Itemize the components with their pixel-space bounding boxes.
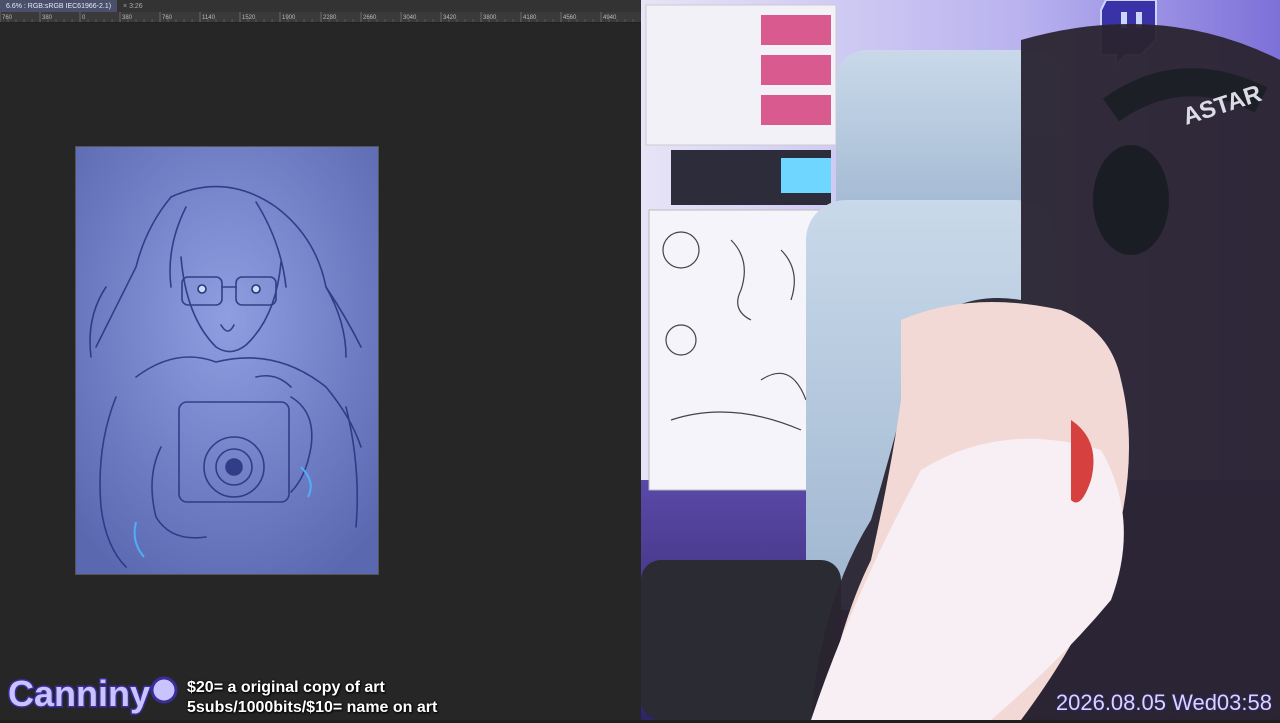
donation-info: $20= a original copy of art 5subs/1000bi…	[187, 678, 437, 718]
ruler-label: 4180	[523, 15, 537, 21]
ruler-label: 4940	[603, 15, 617, 21]
ruler-label: 2660	[363, 15, 377, 21]
document-tab-bar: 6.6% : RGB:sRGB IEC61966-2.1) × 3:26	[0, 0, 641, 12]
donation-line-2: 5subs/1000bits/$10= name on art	[187, 699, 438, 716]
ruler-label: 380	[122, 15, 133, 21]
document-tab-active[interactable]: 6.6% : RGB:sRGB IEC61966-2.1)	[0, 0, 118, 12]
ruler-label: 3800	[483, 15, 497, 21]
drawing-app-panel: 6.6% : RGB:sRGB IEC61966-2.1) × 3:26 760…	[0, 0, 641, 720]
ruler-label: 0	[82, 15, 86, 21]
donation-line-1: $20= a original copy of art	[187, 679, 385, 696]
ruler-label: 1140	[202, 15, 216, 21]
logo-text: Canniny	[8, 673, 150, 714]
ruler-label: 2280	[323, 15, 337, 21]
sketch-artwork	[76, 147, 378, 574]
ruler-label: 760	[162, 15, 173, 21]
webcam-feed: ASTAR	[641, 0, 1280, 720]
ruler-label: 1520	[242, 15, 256, 21]
webcam-scene: ASTAR	[641, 0, 1280, 720]
ruler-label: 3040	[403, 15, 417, 21]
ruler-label: 1900	[282, 15, 296, 21]
logo-mascot-icon	[150, 676, 178, 704]
horizontal-ruler[interactable]: 760 380 0 380 760 1140 1520 1900 2280 2660 3040 342…	[0, 12, 641, 23]
channel-logo: Canniny	[6, 668, 181, 718]
ruler-label: 3420	[443, 15, 457, 21]
ruler-label: 380	[42, 15, 53, 21]
datetime-overlay: 2026.08.05 Wed03:58	[1055, 690, 1272, 715]
document-tab-secondary[interactable]: × 3:26	[117, 0, 149, 12]
ruler-label: 4560	[563, 15, 577, 21]
ruler-label: 760	[2, 15, 13, 21]
drawing-canvas[interactable]	[76, 147, 378, 574]
whiteboard	[648, 209, 820, 491]
storage-drawers	[645, 4, 837, 205]
